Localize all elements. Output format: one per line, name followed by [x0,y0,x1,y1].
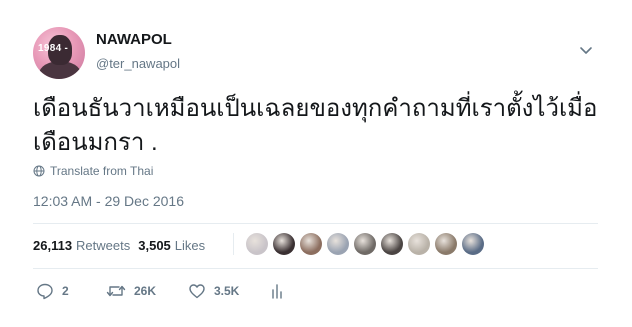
heart-icon [189,284,205,299]
liker-avatar[interactable] [381,233,403,255]
liker-avatar[interactable] [462,233,484,255]
translate-label: Translate from Thai [50,164,154,178]
liker-avatars [233,233,489,255]
like-button[interactable]: 3.5K [188,282,270,300]
liker-avatar[interactable] [246,233,268,255]
likes-label: Likes [174,238,206,253]
liker-avatar[interactable] [354,233,376,255]
liker-avatar[interactable] [300,233,322,255]
chevron-down-icon[interactable] [578,42,594,58]
retweets-count: 26,113 [33,238,73,253]
reply-button[interactable]: 2 [36,282,106,300]
analytics-button[interactable] [270,282,284,300]
retweets-stat[interactable]: 26,113 Retweets [33,238,130,253]
likes-stat[interactable]: 3,505 Likes [138,238,205,253]
tweet-stats: 26,113 Retweets 3,505 Likes [33,238,213,253]
globe-icon [33,165,45,177]
likes-count: 3,505 [138,238,171,253]
retweet-count: 26K [134,284,157,298]
liker-avatar[interactable] [435,233,457,255]
tweet-actions: 2 26K 3.5K [36,282,284,300]
user-name[interactable]: NAWAPOL [96,31,172,48]
divider [233,233,234,255]
reply-icon [37,283,53,300]
like-count: 3.5K [214,284,240,298]
tweet-timestamp[interactable]: 12:03 AM - 29 Dec 2016 [33,193,184,209]
liker-avatar[interactable] [408,233,430,255]
analytics-icon [272,284,282,299]
avatar[interactable]: 1984 - [33,27,85,79]
divider [33,268,598,269]
translate-link[interactable]: Translate from Thai [33,164,153,178]
liker-avatar[interactable] [273,233,295,255]
retweet-icon [106,285,126,297]
tweet-card: 1984 - NAWAPOL @ter_nawapol เดือนธันวาเห… [0,0,632,327]
retweets-label: Retweets [76,238,131,253]
user-handle[interactable]: @ter_nawapol [96,56,180,71]
avatar-text: 1984 - [38,43,69,54]
liker-avatar[interactable] [327,233,349,255]
reply-count: 2 [62,284,69,298]
retweet-button[interactable]: 26K [106,282,188,300]
tweet-text: เดือนธันวาเหมือนเป็นเฉลยของทุกคำถามที่เร… [33,95,598,156]
divider [33,223,598,224]
